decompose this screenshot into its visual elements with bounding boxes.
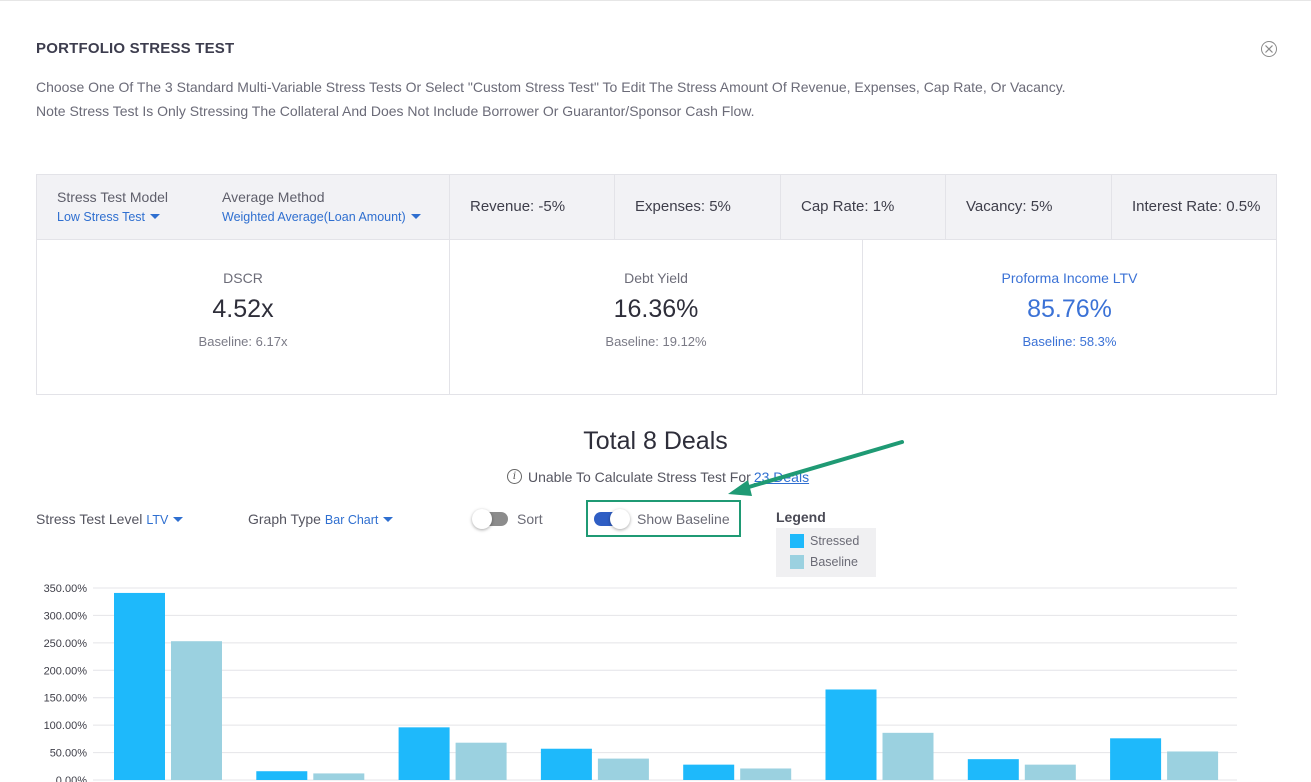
- vacancy-stress: Vacancy: 5%: [946, 175, 1112, 239]
- bar-baseline-5[interactable]: [740, 768, 792, 780]
- average-method-label: Average Method: [222, 189, 325, 205]
- y-tick-label: 50.00%: [50, 748, 88, 760]
- bar-baseline-6[interactable]: [882, 732, 934, 780]
- bar-stressed-2[interactable]: [256, 771, 308, 780]
- metric-baseline: Baseline: 19.12%: [605, 334, 707, 349]
- top-divider: [0, 0, 1311, 1]
- model-settings-cell: Stress Test Model Low Stress Test Averag…: [37, 175, 450, 239]
- legend-label: Stressed: [810, 534, 860, 548]
- metrics-row: DSCR 4.52x Baseline: 6.17x Debt Yield 16…: [37, 240, 1277, 394]
- metric-proforma-income-ltv[interactable]: Proforma Income LTV 85.76% Baseline: 58.…: [863, 240, 1277, 394]
- stress-test-level-value: LTV: [146, 513, 169, 527]
- total-deals-heading: Total 8 Deals: [583, 427, 728, 455]
- unable-to-calculate-notice: i Unable To Calculate Stress Test For 23 D…: [507, 468, 809, 486]
- metric-label: Debt Yield: [624, 270, 688, 286]
- bar-baseline-4[interactable]: [597, 758, 649, 780]
- legend-title: Legend: [776, 509, 826, 525]
- bar-stressed-4[interactable]: [540, 748, 592, 780]
- average-method: Average Method Weighted Average(Loan Amo…: [222, 189, 421, 224]
- legend-label: Baseline: [810, 555, 858, 569]
- y-tick-label: 100.00%: [44, 720, 88, 732]
- stress-parameters-row: Stress Test Model Low Stress Test Averag…: [37, 175, 1276, 240]
- graph-type-label: Graph Type: [248, 511, 321, 527]
- y-tick-label: 200.00%: [44, 665, 88, 677]
- caret-down-icon: [410, 214, 421, 220]
- stress-test-level-label: Stress Test Level: [36, 511, 143, 527]
- bar-stressed-6[interactable]: [825, 689, 877, 780]
- unable-text: Unable To Calculate Stress Test For: [528, 469, 751, 485]
- y-tick-label: 0.00%: [56, 775, 87, 782]
- close-circle-icon[interactable]: [1261, 41, 1277, 57]
- description-line-1: Choose One Of The 3 Standard Multi-Varia…: [36, 79, 1066, 95]
- metric-label: Proforma Income LTV: [1001, 270, 1138, 286]
- stress-test-model-dropdown[interactable]: Low Stress Test: [57, 210, 168, 224]
- legend-item-stressed: Stressed: [790, 533, 876, 554]
- metric-value: 4.52x: [212, 295, 274, 323]
- legend: Stressed Baseline: [776, 528, 876, 577]
- caret-down-icon: [150, 214, 161, 220]
- bar-stressed-1[interactable]: [114, 592, 165, 780]
- expenses-stress: Expenses: 5%: [615, 175, 781, 239]
- legend-swatch: [790, 533, 804, 548]
- sort-toggle[interactable]: [472, 509, 508, 530]
- ltv-bar-chart: 350.00% 300.00% 250.00% 200.00% 150.00% 100.0…: [44, 583, 1237, 782]
- toggle-knob: [610, 509, 630, 530]
- bar-baseline-8[interactable]: [1167, 751, 1219, 780]
- y-tick-label: 250.00%: [44, 638, 88, 650]
- bar-baseline-7[interactable]: [1024, 764, 1076, 780]
- stress-test-level-control: Stress Test Level LTV: [36, 511, 184, 527]
- y-tick-label: 350.00%: [44, 583, 88, 595]
- show-baseline-control: Show Baseline: [594, 509, 730, 530]
- metric-label: DSCR: [223, 270, 263, 286]
- graph-type-dropdown[interactable]: Bar Chart: [325, 513, 394, 527]
- caret-down-icon: [383, 517, 394, 523]
- stress-test-model-value: Low Stress Test: [57, 210, 146, 224]
- average-method-value: Weighted Average(Loan Amount): [222, 210, 406, 224]
- stress-test-model: Stress Test Model Low Stress Test: [57, 189, 168, 224]
- sort-label: Sort: [517, 511, 543, 528]
- bar-stressed-8[interactable]: [1110, 738, 1162, 780]
- metric-baseline: Baseline: 58.3%: [1022, 334, 1117, 349]
- bar-baseline-3[interactable]: [455, 742, 507, 780]
- page-title: PORTFOLIO STRESS TEST: [36, 40, 235, 57]
- metric-debt-yield: Debt Yield 16.36% Baseline: 19.12%: [450, 240, 863, 394]
- stress-test-model-label: Stress Test Model: [57, 189, 169, 205]
- stress-test-level-dropdown[interactable]: LTV: [146, 513, 184, 527]
- sort-control: Sort: [472, 509, 543, 530]
- metric-dscr: DSCR 4.52x Baseline: 6.17x: [37, 240, 450, 394]
- description-line-2: Note Stress Test Is Only Stressing The C…: [36, 103, 755, 119]
- bar-stressed-3[interactable]: [398, 727, 450, 780]
- bar-stressed-5[interactable]: [683, 764, 735, 780]
- average-method-dropdown[interactable]: Weighted Average(Loan Amount): [222, 210, 421, 224]
- graph-type-control: Graph Type Bar Chart: [248, 511, 394, 527]
- legend-item-baseline: Baseline: [790, 554, 876, 575]
- graph-type-value: Bar Chart: [324, 513, 379, 527]
- bar-stressed-7[interactable]: [967, 759, 1019, 780]
- info-icon: i: [507, 468, 522, 484]
- interest-rate-stress: Interest Rate: 0.5%: [1132, 198, 1261, 215]
- stress-test-table: Stress Test Model Low Stress Test Averag…: [36, 174, 1277, 395]
- metric-baseline: Baseline: 6.17x: [198, 334, 288, 349]
- revenue-stress: Revenue: -5%: [450, 175, 615, 239]
- unable-deals-link[interactable]: 23 Deals: [754, 469, 809, 485]
- cap-rate-stress: Cap Rate: 1%: [781, 175, 946, 239]
- bar-baseline-1[interactable]: [171, 641, 222, 780]
- legend-swatch: [790, 554, 804, 569]
- show-baseline-toggle[interactable]: [594, 509, 630, 530]
- y-tick-label: 150.00%: [44, 693, 88, 705]
- toggle-knob: [472, 509, 492, 530]
- y-tick-label: 300.00%: [44, 610, 88, 622]
- metric-value: 85.76%: [1027, 295, 1112, 323]
- bar-baseline-2[interactable]: [313, 773, 365, 780]
- metric-value: 16.36%: [613, 295, 699, 323]
- show-baseline-label: Show Baseline: [637, 511, 730, 528]
- caret-down-icon: [173, 517, 184, 523]
